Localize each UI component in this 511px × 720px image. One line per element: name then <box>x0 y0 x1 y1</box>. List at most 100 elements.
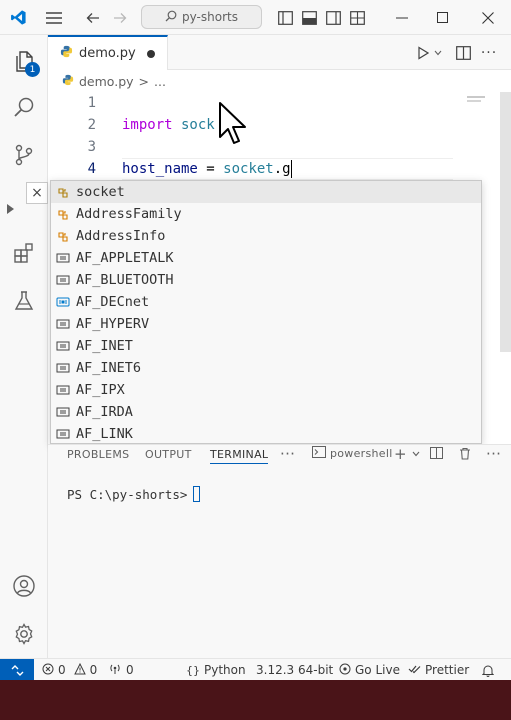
radio-tower-icon <box>339 663 351 678</box>
suggestion-label: AF_APPLETALK <box>76 250 174 266</box>
suggestion-item[interactable]: AF_DECnet <box>51 291 481 313</box>
line-code: import sock <box>122 117 215 133</box>
braces-icon: {} <box>186 663 200 677</box>
settings-gear-icon[interactable] <box>0 610 48 658</box>
back-arrow-icon[interactable] <box>80 0 106 35</box>
tab-output[interactable]: OUTPUT <box>145 448 192 461</box>
tab-terminal[interactable]: TERMINAL <box>210 448 269 464</box>
forward-arrow-icon[interactable] <box>107 0 133 35</box>
terminal-cursor <box>193 486 201 502</box>
suggestion-item[interactable]: AddressInfo <box>51 225 481 247</box>
editor-scrollbar[interactable] <box>500 92 511 352</box>
suggestion-item[interactable]: socket <box>51 181 481 203</box>
more-actions-icon[interactable]: ··· <box>478 35 500 70</box>
minimize-icon[interactable] <box>384 0 420 35</box>
suggestion-item[interactable]: AF_HYPERV <box>51 313 481 335</box>
search-view-icon[interactable] <box>0 83 48 131</box>
suggestion-item[interactable]: AddressFamily <box>51 203 481 225</box>
command-center-search[interactable]: py-shorts <box>141 5 262 29</box>
suggestion-item[interactable]: AF_IRDA <box>51 401 481 423</box>
suggestion-item[interactable]: AF_APPLETALK <box>51 247 481 269</box>
constant-kind-icon <box>55 250 71 266</box>
source-control-icon[interactable] <box>0 131 48 179</box>
code-line-active: 4 host_name = socket.g <box>48 158 498 180</box>
unsaved-dot-icon[interactable] <box>147 50 155 58</box>
suggestion-label: AF_IPX <box>76 382 125 398</box>
suggestion-item[interactable]: AF_BLUETOOTH <box>51 269 481 291</box>
keyword-import: import <box>122 117 173 133</box>
suggestion-label: AF_DECnet <box>76 294 150 310</box>
suggestion-label: AF_INET6 <box>76 360 142 376</box>
close-icon[interactable] <box>470 0 506 35</box>
python-file-icon <box>60 45 73 62</box>
run-debug-icon[interactable] <box>0 185 20 233</box>
accounts-icon[interactable] <box>0 562 48 610</box>
explorer-icon[interactable]: 1 <box>0 37 48 85</box>
bottom-panel: PROBLEMS OUTPUT TERMINAL ··· powershell … <box>48 444 511 658</box>
kill-terminal-icon[interactable] <box>459 447 471 463</box>
code-line: 2 import sock <box>48 114 498 136</box>
split-editor-icon[interactable] <box>452 35 474 70</box>
panel-more-icon[interactable]: ··· <box>280 445 295 463</box>
tab-problems[interactable]: PROBLEMS <box>67 448 129 461</box>
breadcrumb-more[interactable]: ... <box>154 74 166 89</box>
run-dropdown-chevron-icon[interactable] <box>432 35 444 70</box>
terminal-dropdown-chevron-icon[interactable] <box>412 447 420 460</box>
toggle-sidebar-icon[interactable] <box>274 0 296 35</box>
run-python-file-icon[interactable] <box>412 35 434 70</box>
suggestion-item[interactable]: AF_IPX <box>51 379 481 401</box>
breadcrumb-file[interactable]: demo.py <box>79 74 134 89</box>
suggestion-item[interactable]: AF_INET6 <box>51 357 481 379</box>
vscode-logo-icon[interactable] <box>4 0 32 35</box>
ports-status[interactable]: 0 <box>108 659 134 681</box>
extensions-icon[interactable] <box>0 229 48 277</box>
terminal-content[interactable]: PS C:\py-shorts> <box>67 486 201 502</box>
attribute-partial: .g <box>273 161 291 177</box>
go-live-button[interactable]: Go Live <box>339 659 400 681</box>
mouse-pointer-icon <box>218 101 248 151</box>
toggle-panel-icon[interactable] <box>298 0 320 35</box>
panel-tab-bar: PROBLEMS OUTPUT TERMINAL ··· powershell … <box>48 445 511 467</box>
python-interpreter[interactable]: 3.12.3 64-bit <box>256 659 333 681</box>
suggestion-item[interactable]: AF_INET <box>51 335 481 357</box>
panel-actions-more-icon[interactable]: ··· <box>486 445 501 463</box>
suggestion-label: socket <box>76 184 125 200</box>
line-number: 4 <box>87 161 96 177</box>
suggestion-label: AF_LINK <box>76 426 133 442</box>
class-kind-icon <box>55 206 71 222</box>
constant-kind-icon <box>55 316 71 332</box>
status-bar: 0 0 0 {} Python 3.12.3 64-bit Go Live Pr… <box>0 658 511 681</box>
new-terminal-icon[interactable]: + <box>394 445 407 463</box>
module-name: socket <box>223 161 274 177</box>
terminal-selector[interactable]: powershell <box>312 446 393 461</box>
module-kind-icon <box>55 184 71 200</box>
constant-kind-icon <box>55 404 71 420</box>
toggle-secondary-sidebar-icon[interactable] <box>322 0 344 35</box>
problems-status[interactable]: 0 0 <box>42 659 97 681</box>
prettier-status[interactable]: Prettier <box>408 659 469 681</box>
warning-count: 0 <box>89 663 98 677</box>
desktop-background-strip <box>0 680 511 720</box>
breadcrumb: demo.py > ... <box>48 70 511 92</box>
terminal-prompt: PS C:\py-shorts> <box>67 486 188 502</box>
suggestion-label: AF_INET <box>76 338 133 354</box>
line-number: 1 <box>87 95 96 111</box>
suggestion-item[interactable]: AF_LINK <box>51 423 481 443</box>
customize-layout-icon[interactable] <box>346 0 368 35</box>
split-terminal-icon[interactable] <box>430 447 443 462</box>
suggest-close-icon[interactable]: × <box>26 182 48 204</box>
remote-indicator-icon[interactable] <box>0 659 34 681</box>
broadcast-icon <box>108 663 122 678</box>
notifications-bell-icon[interactable] <box>482 659 494 681</box>
ports-count: 0 <box>126 663 134 677</box>
tab-demo-py[interactable]: demo.py <box>48 35 168 70</box>
language-mode: Python <box>204 663 246 677</box>
menu-icon[interactable] <box>40 0 68 35</box>
maximize-icon[interactable] <box>424 0 460 35</box>
language-status[interactable]: {} Python <box>186 659 246 681</box>
module-name: sock <box>172 117 215 133</box>
code-line: 1 <box>48 92 498 114</box>
testing-icon[interactable] <box>0 277 48 325</box>
error-icon <box>42 663 54 678</box>
suggest-list: socket AddressFamily AddressInfo AF_APPLETA… <box>51 181 481 443</box>
